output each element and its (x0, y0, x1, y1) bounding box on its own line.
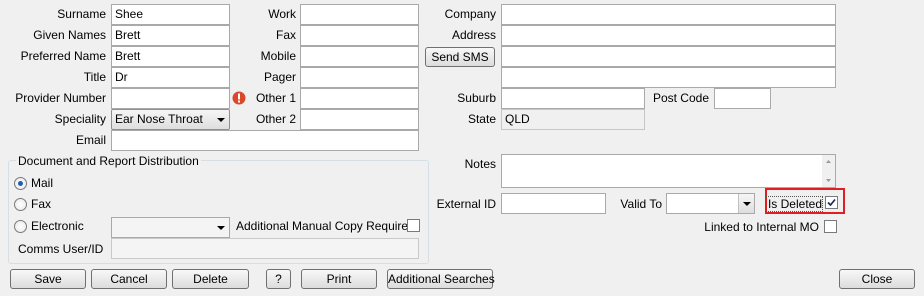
save-button[interactable]: Save (10, 269, 86, 289)
speciality-value: Ear Nose Throat (115, 112, 203, 126)
email-input[interactable] (111, 130, 419, 151)
email-label: Email (75, 133, 106, 147)
distribution-group-title: Document and Report Distribution (16, 154, 201, 168)
comms-input[interactable] (111, 238, 419, 259)
chevron-down-icon (213, 218, 229, 237)
notes-scrollbar[interactable] (822, 155, 835, 187)
given-names-label: Given Names (33, 28, 106, 42)
notes-textarea[interactable] (501, 154, 836, 188)
help-button[interactable]: ? (266, 269, 291, 289)
additional-searches-button[interactable]: Additional Searches (387, 269, 495, 289)
notes-label: Notes (464, 157, 496, 171)
other1-label: Other 1 (255, 91, 296, 105)
manual-copy-checkbox[interactable] (407, 219, 420, 232)
mail-radio[interactable] (14, 177, 27, 190)
state-label: State (467, 112, 496, 126)
other2-label: Other 2 (255, 112, 296, 126)
address-line2-input[interactable] (501, 46, 836, 67)
surname-input[interactable]: Shee (111, 4, 230, 25)
address-line1-input[interactable] (501, 25, 836, 46)
postcode-label: Post Code (652, 91, 709, 105)
work-label: Work (268, 7, 296, 21)
is-deleted-label: Is Deleted (765, 196, 823, 212)
manual-copy-label: Additional Manual Copy Required (236, 219, 415, 233)
print-button[interactable]: Print (301, 269, 377, 289)
title-label: Title (83, 70, 106, 84)
speciality-select[interactable]: Ear Nose Throat (111, 109, 230, 130)
other2-input[interactable] (300, 109, 419, 130)
speciality-label: Speciality (54, 112, 106, 126)
electronic-radio-label: Electronic (31, 219, 84, 233)
close-button[interactable]: Close (839, 269, 915, 289)
mail-radio-label: Mail (31, 176, 54, 190)
scroll-arrows-icon (826, 160, 831, 182)
work-input[interactable] (300, 4, 419, 25)
address-line3-input[interactable] (501, 67, 836, 88)
chevron-down-icon (213, 110, 229, 129)
pager-label: Pager (263, 70, 296, 84)
fax-input[interactable] (300, 25, 419, 46)
company-input[interactable] (501, 4, 836, 25)
send-sms-button[interactable]: Send SMS (425, 47, 495, 67)
fax-radio-label: Fax (31, 197, 52, 211)
comms-label: Comms User/ID (18, 242, 104, 256)
electronic-select[interactable] (111, 217, 230, 238)
is-deleted-checkbox[interactable] (825, 196, 838, 209)
suburb-label: Suburb (457, 91, 496, 105)
company-label: Company (444, 7, 496, 21)
cancel-button[interactable]: Cancel (91, 269, 167, 289)
mobile-label: Mobile (260, 49, 296, 63)
suburb-input[interactable] (501, 88, 645, 109)
valid-to-datepicker[interactable] (666, 193, 755, 214)
preferred-name-input[interactable]: Brett (111, 46, 230, 67)
external-id-input[interactable] (501, 193, 606, 214)
address-label: Address (451, 28, 496, 42)
given-names-input[interactable]: Brett (111, 25, 230, 46)
other1-input[interactable] (300, 88, 419, 109)
preferred-name-label: Preferred Name (20, 49, 106, 63)
provider-number-label: Provider Number (15, 91, 106, 105)
title-input[interactable]: Dr (111, 67, 230, 88)
checkmark-icon (827, 198, 836, 207)
valid-to-label: Valid To (620, 197, 662, 211)
fax-label: Fax (275, 28, 296, 42)
external-id-label: External ID (436, 197, 496, 211)
electronic-radio[interactable] (14, 220, 27, 233)
mobile-input[interactable] (300, 46, 419, 67)
delete-button[interactable]: Delete (172, 269, 249, 289)
linked-internal-mo-label: Linked to Internal MO (704, 220, 819, 234)
linked-internal-mo-checkbox[interactable] (824, 220, 837, 233)
pager-input[interactable] (300, 67, 419, 88)
state-field: QLD (501, 109, 645, 130)
provider-number-input[interactable] (111, 88, 230, 109)
fax-radio[interactable] (14, 198, 27, 211)
surname-label: Surname (57, 7, 106, 21)
chevron-down-icon (738, 194, 754, 213)
postcode-input[interactable] (714, 88, 771, 109)
